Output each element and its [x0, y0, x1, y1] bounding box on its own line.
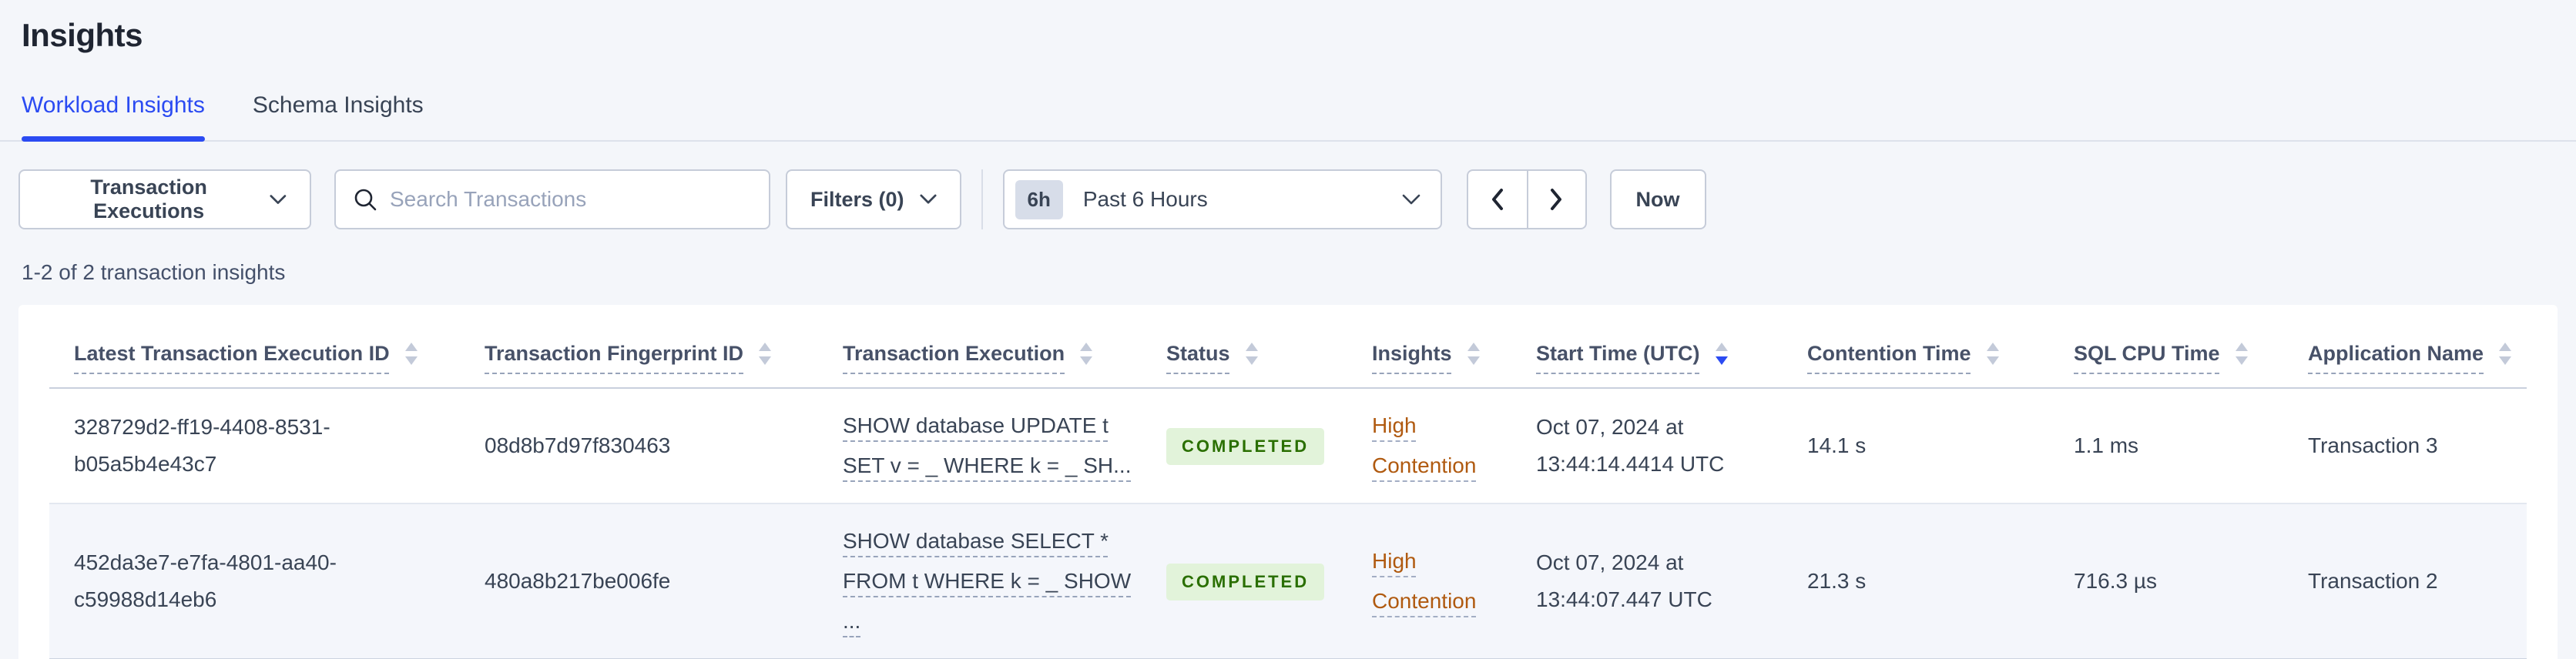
- time-prev-button[interactable]: [1466, 169, 1527, 229]
- chevron-right-icon: [1551, 189, 1562, 210]
- start-time-clock: 13:44:07.447 UTC: [1536, 587, 1712, 611]
- sort-icon: [1467, 343, 1480, 365]
- insight-type-dropdown[interactable]: Transaction Executions: [18, 169, 311, 229]
- sort-caret-up-icon: [2499, 343, 2512, 351]
- cell-latest-execution-id: 328729d2-ff19-4408-8531-b05a5b4e43c7: [49, 388, 485, 504]
- column-header-start-time[interactable]: Start Time (UTC): [1536, 305, 1807, 389]
- transaction-execution-link[interactable]: SHOW database SELECT *: [843, 521, 1143, 561]
- sort-caret-down-icon: [2235, 356, 2248, 365]
- chevron-down-icon: [1402, 194, 1420, 204]
- chevron-down-icon: [919, 194, 937, 204]
- tab-workload-insights[interactable]: Workload Insights: [22, 92, 205, 142]
- cell-status: COMPLETED: [1166, 388, 1372, 504]
- column-header-insights[interactable]: Insights: [1372, 305, 1536, 389]
- filters-label: Filters (0): [810, 187, 904, 211]
- insight-type-label: Transaction Executions: [90, 176, 207, 222]
- sort-icon-active-desc: [1715, 343, 1728, 365]
- column-header-transaction-execution[interactable]: Transaction Execution: [843, 305, 1166, 389]
- sort-icon: [404, 343, 418, 365]
- sort-caret-down-icon: [1715, 356, 1728, 365]
- cell-latest-execution-id: 452da3e7-e7fa-4801-aa40-c59988d14eb6: [49, 503, 485, 659]
- tab-schema-insights[interactable]: Schema Insights: [253, 92, 424, 140]
- cell-fingerprint-id: 08d8b7d97f830463: [485, 388, 843, 504]
- cell-status: COMPLETED: [1166, 503, 1372, 659]
- sort-icon: [759, 343, 772, 365]
- sort-caret-down-icon: [1245, 356, 1258, 365]
- time-range-badge: 6h: [1015, 179, 1063, 219]
- column-header-status[interactable]: Status: [1166, 305, 1372, 389]
- chevron-left-icon: [1492, 189, 1504, 210]
- sort-icon: [2235, 343, 2248, 365]
- search-input[interactable]: [390, 187, 752, 212]
- sort-caret-down-icon: [404, 356, 418, 365]
- time-nav-group: [1466, 169, 1587, 229]
- status-badge: COMPLETED: [1166, 564, 1325, 600]
- sort-icon: [1245, 343, 1258, 365]
- controls-divider: [981, 169, 983, 229]
- cell-application-name: Transaction 3: [2308, 388, 2527, 504]
- cell-insights: High Contention: [1372, 388, 1536, 504]
- cell-start-time: Oct 07, 2024 at 13:44:14.4414 UTC: [1536, 388, 1807, 504]
- sort-caret-down-icon: [1986, 356, 1999, 365]
- status-badge: COMPLETED: [1166, 428, 1325, 465]
- table-header-row: Latest Transaction Execution ID Transact…: [49, 305, 2527, 389]
- sort-icon: [2499, 343, 2512, 365]
- cell-insights: High Contention: [1372, 503, 1536, 659]
- cell-transaction-execution: SHOW database SELECT * FROM t WHERE k = …: [843, 503, 1166, 659]
- search-box: [334, 169, 770, 229]
- cell-transaction-execution: SHOW database UPDATE t SET v = _ WHERE k…: [843, 388, 1166, 504]
- sort-caret-down-icon: [1467, 356, 1480, 365]
- sort-caret-down-icon: [759, 356, 772, 365]
- sort-icon: [1986, 343, 1999, 365]
- sort-caret-up-icon: [1986, 343, 1999, 351]
- time-next-button[interactable]: [1526, 169, 1587, 229]
- start-time-date: Oct 07, 2024 at: [1536, 415, 1684, 439]
- controls-row: Transaction Executions Filters (0) 6h Pa…: [18, 169, 2558, 229]
- tab-bar: Workload Insights Schema Insights: [0, 92, 2576, 142]
- cell-application-name: Transaction 2: [2308, 503, 2527, 659]
- now-button[interactable]: Now: [1609, 169, 1706, 229]
- cell-sql-cpu-time: 716.3 µs: [2074, 503, 2308, 659]
- filters-button[interactable]: Filters (0): [786, 169, 961, 229]
- column-header-contention-time[interactable]: Contention Time: [1807, 305, 2074, 389]
- sort-caret-up-icon: [404, 343, 418, 351]
- sort-caret-up-icon: [1715, 343, 1728, 351]
- results-count: 1-2 of 2 transaction insights: [22, 260, 286, 284]
- column-header-sql-cpu-time[interactable]: SQL CPU Time: [2074, 305, 2308, 389]
- start-time-clock: 13:44:14.4414 UTC: [1536, 452, 1725, 476]
- transaction-execution-link[interactable]: FROM t WHERE k = _ SHOW: [843, 561, 1143, 601]
- table-row: 328729d2-ff19-4408-8531-b05a5b4e43c7 08d…: [49, 388, 2527, 504]
- cell-contention-time: 14.1 s: [1807, 388, 2074, 504]
- column-header-transaction-fingerprint-id[interactable]: Transaction Fingerprint ID: [485, 305, 843, 389]
- cell-start-time: Oct 07, 2024 at 13:44:07.447 UTC: [1536, 503, 1807, 659]
- chevron-down-icon: [270, 194, 287, 204]
- time-range-label: Past 6 Hours: [1082, 187, 1208, 211]
- column-header-application-name[interactable]: Application Name: [2308, 305, 2527, 389]
- time-range-picker[interactable]: 6h Past 6 Hours: [1002, 169, 1442, 229]
- transaction-execution-link[interactable]: ...: [843, 601, 1143, 641]
- insights-table-card: Latest Transaction Execution ID Transact…: [18, 305, 2558, 659]
- insight-high-contention-link[interactable]: High Contention: [1372, 413, 1476, 477]
- cell-contention-time: 21.3 s: [1807, 503, 2074, 659]
- sort-caret-up-icon: [1467, 343, 1480, 351]
- insights-table: Latest Transaction Execution ID Transact…: [49, 305, 2527, 659]
- page-title: Insights: [22, 17, 143, 53]
- cell-sql-cpu-time: 1.1 ms: [2074, 388, 2308, 504]
- cell-fingerprint-id: 480a8b217be006fe: [485, 503, 843, 659]
- search-icon: [354, 189, 377, 211]
- start-time-date: Oct 07, 2024 at: [1536, 550, 1684, 574]
- transaction-execution-link[interactable]: SHOW database UPDATE t: [843, 406, 1143, 446]
- table-row: 452da3e7-e7fa-4801-aa40-c59988d14eb6 480…: [49, 503, 2527, 659]
- insights-page: Insights Workload Insights Schema Insigh…: [0, 17, 2576, 659]
- sort-caret-up-icon: [1245, 343, 1258, 351]
- sort-caret-down-icon: [1080, 356, 1093, 365]
- sort-icon: [1080, 343, 1093, 365]
- column-header-latest-transaction-execution-id[interactable]: Latest Transaction Execution ID: [49, 305, 485, 389]
- sort-caret-down-icon: [2499, 356, 2512, 365]
- sort-caret-up-icon: [759, 343, 772, 351]
- transaction-execution-link[interactable]: SET v = _ WHERE k = _ SH...: [843, 446, 1143, 486]
- insight-high-contention-link[interactable]: High Contention: [1372, 549, 1476, 613]
- sort-caret-up-icon: [1080, 343, 1093, 351]
- sort-caret-up-icon: [2235, 343, 2248, 351]
